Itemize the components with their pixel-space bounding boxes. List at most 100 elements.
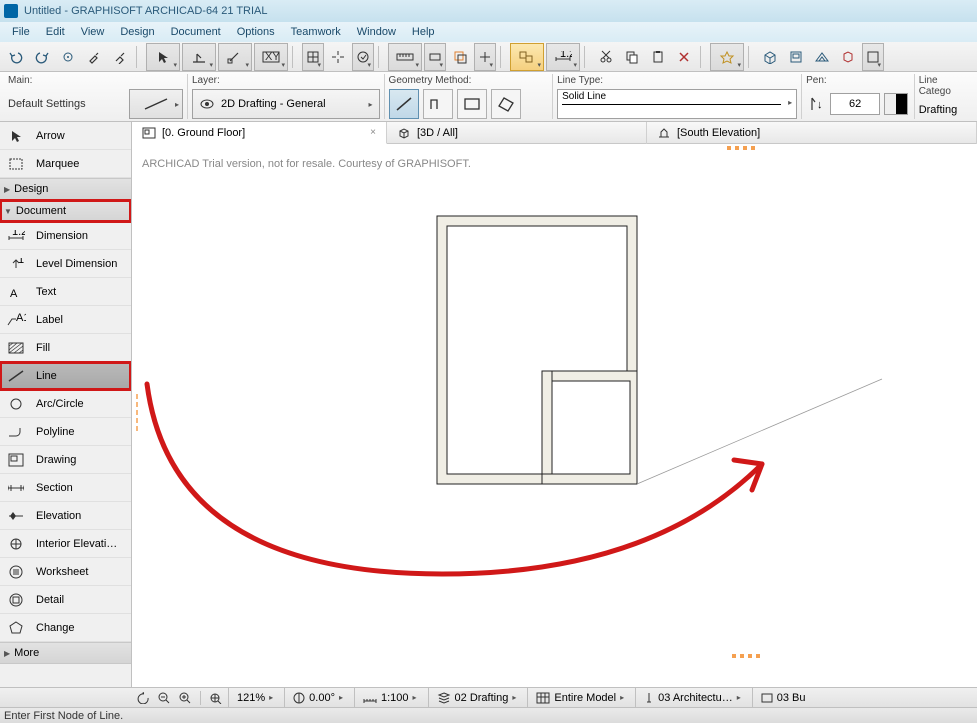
main-label: Main: xyxy=(8,74,183,89)
grid-snap-dropdown[interactable] xyxy=(302,43,324,71)
svg-text:XY: XY xyxy=(265,51,280,63)
tab-ground-floor[interactable]: [0. Ground Floor] × xyxy=(132,122,387,144)
layer-combo-field[interactable]: 02 Drafting▸ xyxy=(428,688,525,707)
dimension-icon: 1.2 xyxy=(6,227,26,245)
trace-button[interactable] xyxy=(448,46,472,68)
copy-button[interactable] xyxy=(620,46,644,68)
3d-window-button[interactable] xyxy=(758,46,782,68)
ruler-dropdown[interactable] xyxy=(388,43,422,71)
svg-text:1.2: 1.2 xyxy=(18,258,25,266)
guidelines-button[interactable] xyxy=(326,46,350,68)
orientation-field[interactable]: 0.00°▸ xyxy=(284,688,351,707)
pen-set-field[interactable]: 03 Architectu…▸ xyxy=(635,688,749,707)
eyedropper-button[interactable] xyxy=(82,46,106,68)
tool-label[interactable]: A1 Label xyxy=(0,306,131,334)
zoom-in-button[interactable] xyxy=(176,690,194,706)
menu-document[interactable]: Document xyxy=(163,24,229,40)
default-settings-label[interactable]: Default Settings xyxy=(8,98,125,110)
snap-perp-dropdown[interactable] xyxy=(182,43,216,71)
worksheet-icon xyxy=(6,563,26,581)
zoom-level-field[interactable]: 121%▸ xyxy=(228,688,281,707)
render-button[interactable] xyxy=(836,46,860,68)
toolbox-section-more[interactable]: ▶More xyxy=(0,642,131,664)
tool-marquee[interactable]: Marquee xyxy=(0,150,131,178)
cut-button[interactable] xyxy=(594,46,618,68)
coord-input-dropdown[interactable]: XY xyxy=(254,43,288,71)
model-view-field[interactable]: Entire Model▸ xyxy=(527,688,632,707)
menu-view[interactable]: View xyxy=(73,24,113,40)
layer-value: 2D Drafting - General xyxy=(221,98,326,110)
menu-window[interactable]: Window xyxy=(349,24,404,40)
perspective-button[interactable] xyxy=(810,46,834,68)
toolbox-section-design[interactable]: ▶Design xyxy=(0,178,131,200)
tool-level-dimension[interactable]: 1.2 Level Dimension xyxy=(0,250,131,278)
text-icon: A xyxy=(6,283,26,301)
geom-rotated-rect-button[interactable] xyxy=(491,89,521,119)
cut-plane-dropdown[interactable] xyxy=(424,43,446,71)
cursor-mode-button[interactable] xyxy=(56,46,80,68)
tool-interior-elevation[interactable]: Interior Elevati… xyxy=(0,530,131,558)
pen-color-swatch[interactable] xyxy=(884,93,908,115)
cursor-dropdown[interactable] xyxy=(146,43,180,71)
tool-fill[interactable]: Fill xyxy=(0,334,131,362)
tool-dimension[interactable]: 1.2 Dimension xyxy=(0,222,131,250)
layers-icon xyxy=(437,692,451,704)
tab-south-elevation[interactable]: [South Elevation] xyxy=(647,122,977,144)
extra-field[interactable]: 03 Bu xyxy=(752,688,814,707)
svg-text:A: A xyxy=(10,288,18,299)
redo-button[interactable] xyxy=(30,46,54,68)
geometry-method-label: Geometry Method: xyxy=(389,74,549,89)
view-options-dropdown[interactable] xyxy=(862,43,884,71)
tool-section[interactable]: Section xyxy=(0,474,131,502)
menu-design[interactable]: Design xyxy=(112,24,162,40)
menu-edit[interactable]: Edit xyxy=(38,24,73,40)
menu-help[interactable]: Help xyxy=(404,24,443,40)
element-settings-button[interactable] xyxy=(129,89,183,119)
drawing-content xyxy=(132,144,977,687)
layer-selector[interactable]: 2D Drafting - General ▸ xyxy=(192,89,380,119)
snap-guides-dropdown[interactable] xyxy=(352,43,374,71)
dimensions-dropdown[interactable]: 1.2 xyxy=(546,43,580,71)
scale-field[interactable]: 1:100▸ xyxy=(354,688,425,707)
geom-chained-button[interactable] xyxy=(423,89,453,119)
linetype-selector[interactable]: Solid Line xyxy=(557,89,797,119)
tool-arc[interactable]: Arc/Circle xyxy=(0,390,131,418)
snap-endpoint-dropdown[interactable] xyxy=(218,43,252,71)
tool-worksheet[interactable]: Worksheet xyxy=(0,558,131,586)
tool-line[interactable]: Line xyxy=(0,362,131,390)
favorites-dropdown[interactable] xyxy=(710,43,744,71)
tab-3d[interactable]: [3D / All] xyxy=(387,122,647,144)
tool-text[interactable]: A Text xyxy=(0,278,131,306)
info-box-toolbar: Main: Default Settings Layer: 2D Draftin… xyxy=(0,72,977,122)
menu-teamwork[interactable]: Teamwork xyxy=(283,24,349,40)
scale-icon xyxy=(363,693,377,703)
pen-number-input[interactable] xyxy=(830,93,880,115)
drawing-canvas[interactable]: ARCHICAD Trial version, not for resale. … xyxy=(132,144,977,687)
zoom-out-button[interactable] xyxy=(155,690,173,706)
scroll-back-button[interactable] xyxy=(134,690,152,706)
detail-icon xyxy=(6,591,26,609)
close-icon[interactable]: × xyxy=(370,127,376,138)
tool-elevation[interactable]: Elevation xyxy=(0,502,131,530)
linecat-value: Drafting xyxy=(919,104,958,116)
level-dim-icon: 1.2 xyxy=(6,255,26,273)
trace-ref-dropdown[interactable] xyxy=(474,43,496,71)
geom-single-line-button[interactable] xyxy=(389,89,419,119)
layout-button[interactable] xyxy=(784,46,808,68)
fit-window-button[interactable] xyxy=(207,690,225,706)
geom-rect-button[interactable] xyxy=(457,89,487,119)
undo-button[interactable] xyxy=(4,46,28,68)
tool-drawing[interactable]: Drawing xyxy=(0,446,131,474)
paste-button[interactable] xyxy=(646,46,670,68)
arrow-icon xyxy=(6,127,26,145)
tool-polyline[interactable]: Polyline xyxy=(0,418,131,446)
menu-file[interactable]: File xyxy=(4,24,38,40)
toolbox-section-document[interactable]: ▼Document xyxy=(0,200,131,222)
tool-arrow[interactable]: Arrow xyxy=(0,122,131,150)
tool-detail[interactable]: Detail xyxy=(0,586,131,614)
menu-options[interactable]: Options xyxy=(229,24,283,40)
tool-change[interactable]: Change xyxy=(0,614,131,642)
suspend-groups-button[interactable] xyxy=(510,43,544,71)
delete-button[interactable] xyxy=(672,46,696,68)
syringe-button[interactable] xyxy=(108,46,132,68)
